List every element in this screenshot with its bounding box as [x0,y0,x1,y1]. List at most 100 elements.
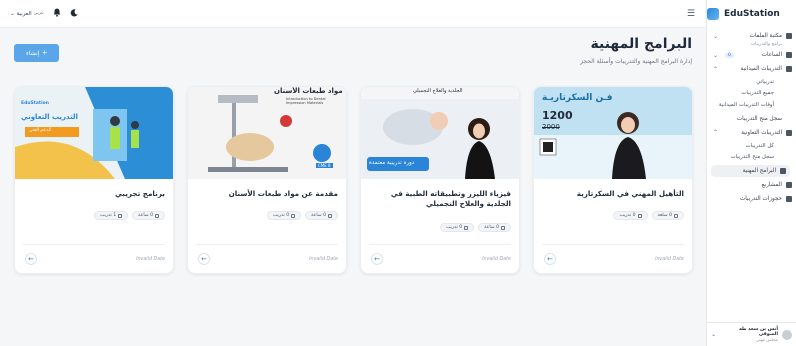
program-card-title: برنامج تجريبي [115,189,165,198]
chevron-up-icon[interactable]: ⌃ [713,66,718,73]
clock-icon [328,213,332,218]
brand-name: EduStation [724,9,780,19]
sidebar-item-label: التدريبات التعاونية [741,129,782,136]
projects-icon [786,182,792,189]
sidebar-subitem-field-times[interactable]: أوقات التدريبات الميدانية [707,102,796,109]
program-card[interactable]: EduStation التدريب التعاوني الدعم الفني … [14,86,174,274]
user-name: أنس بن سعد طه الصوفي [739,327,778,337]
plus-icon: + [42,48,48,57]
thumb-heading: التدريب التعاوني [21,113,78,121]
sidebar-subitem-all-trainings[interactable]: جميع التدريبات [707,90,796,97]
program-card-footer: ← Invalid Date [25,253,165,265]
program-card-footer: ← Invalid Date [544,253,684,265]
create-button[interactable]: + إنشاء [14,44,59,62]
count-badge: 0 [725,52,734,58]
chip-label: 0 تدريب [619,213,636,218]
thumb-badge: دورة تدريبية معتمدة [369,160,415,166]
sidebar-item-label: التدريبات الميدانية [740,66,783,72]
thumb-small: الدعم الفني [29,128,52,133]
program-card-date: Invalid Date [655,256,684,262]
user-role: مجلس مهني [756,337,778,342]
program-card-image: الجلدية والعلاج التجميلي دورة تدريبية مع… [361,87,519,179]
moon-icon[interactable] [70,8,78,19]
briefcase-icon [786,66,792,72]
program-card-image: مواد طبعات الأسنان Introduction to Denta… [188,87,346,179]
chip-label: 0 ساعة [484,225,499,230]
thumb-heading: مواد طبعات الأسنان [274,87,343,95]
thumb-price: 1200 [542,109,573,122]
sidebar: EduStation مكتبة الملفات ⌄ برامج والتدري… [706,0,796,346]
sidebar-item-hours[interactable]: الساعات 0 ⌄ [707,49,796,61]
hours-chip: 0 ساعة [132,211,165,220]
brand[interactable]: EduStation [707,0,796,28]
open-arrow-button[interactable]: ← [25,253,37,265]
sidebar-item-label: المشاريع [761,182,782,189]
chip-label: 0 تدريب [446,225,463,230]
program-card-footer: ← Invalid Date [371,253,511,265]
open-arrow-button[interactable]: ← [198,253,210,265]
sidebar-item-files[interactable]: مكتبة الملفات ⌄ [707,30,796,42]
language-label: العربية [16,10,32,17]
clock-icon [155,213,159,218]
program-card-date: Invalid Date [136,256,165,262]
bell-icon[interactable] [53,8,61,19]
page-title: البرامج المهنية [590,36,692,52]
sidebar-item-label: سجل منح التدريبات [736,115,782,122]
trainings-chip: 0 تدريب [440,223,475,232]
program-card-title: التأهيل المهني في السكرتارية [576,189,684,198]
user-profile[interactable]: أنس بن سعد طه الصوفي مجلس مهني ⌄ [707,322,796,346]
sidebar-item-projects[interactable]: المشاريع [707,179,796,191]
open-arrow-button[interactable]: ← [544,253,556,265]
program-card-image: EduStation التدريب التعاوني الدعم الفني [15,87,173,179]
program-card[interactable]: مواد طبعات الأسنان Introduction to Denta… [187,86,347,274]
clock-icon [501,225,505,230]
clock-icon [674,213,678,218]
sidebar-sub-caption: برامج والتدريبات [750,42,782,47]
sidebar-subitem-my-trainings[interactable]: تدريباتي [707,79,796,86]
language-switcher[interactable]: ⌄ العربية عربي [10,11,44,17]
open-arrow-button[interactable]: ← [371,253,383,265]
lock-icon [291,213,296,218]
create-button-label: إنشاء [26,50,40,57]
divider [542,244,684,245]
thumb-en: Introduction to Dental Impression Materi… [286,97,326,105]
trainings-chip: 0 تدريب [267,211,302,220]
sidebar-subitem-all-coop[interactable]: كل التدريبات [707,143,796,150]
sidebar-item-field-log[interactable]: سجل منح التدريبات [707,113,796,125]
hours-chip: 0 سلعة [651,211,684,220]
sidebar-item-coop-training[interactable]: التدريبات التعاونية ⌃ [707,127,796,139]
chip-label: 0 سلعة [657,213,672,218]
user-info: أنس بن سعد طه الصوفي مجلس مهني [720,327,778,342]
sidebar-item-label: مكتبة الملفات [749,33,782,39]
sidebar-item-bookings[interactable]: حجوزات التدريبات [707,193,796,205]
divider [23,244,165,245]
folder-icon [786,33,792,39]
lock-icon [464,225,469,230]
chevron-up-icon[interactable]: ⌃ [713,129,718,136]
hours-chip: 0 ساعة [305,211,338,220]
divider [196,244,338,245]
chevron-down-icon[interactable]: ⌄ [713,52,718,59]
hamburger-menu-icon[interactable]: ☰ [687,9,695,19]
program-card-title: فيزياء الليزر وتطبيقاته الطبية في الجلدي… [390,189,511,209]
chevron-down-icon[interactable]: ⌄ [711,331,716,338]
sidebar-item-professional-programs[interactable]: البرامج المهنية [711,165,790,178]
divider [369,244,511,245]
program-card-meta: 0 سلعة 0 تدريب [613,211,684,220]
chevron-down-icon[interactable]: ⌄ [713,33,718,40]
chip-label: 0 ساعة [311,213,326,218]
thumb-brand: EduStation [21,101,49,106]
sidebar-item-label: الساعات [761,52,782,58]
topbar: ⌄ العربية عربي ☰ [0,0,705,28]
hours-chip: 0 ساعة [478,223,511,232]
program-card-footer: ← Invalid Date [198,253,338,265]
program-card[interactable]: فـن السكرتاريـة 1200 2000 التأهيل المهني… [533,86,693,274]
program-card-meta: 0 ساعة 1 تدريب [94,211,165,220]
program-card[interactable]: الجلدية والعلاج التجميلي دورة تدريبية مع… [360,86,520,274]
sidebar-item-field-training[interactable]: التدريبات الميدانية ⌃ [707,63,796,75]
thumb-old-price: 2000 [542,123,560,131]
trainings-chip: 0 تدريب [613,211,648,220]
log-icon [786,116,792,122]
sidebar-subitem-coop-log[interactable]: سجل منح التدريبات [707,154,796,161]
page-subtitle: إدارة البرامج المهنية والتدريبات وأسئلة … [580,58,692,65]
